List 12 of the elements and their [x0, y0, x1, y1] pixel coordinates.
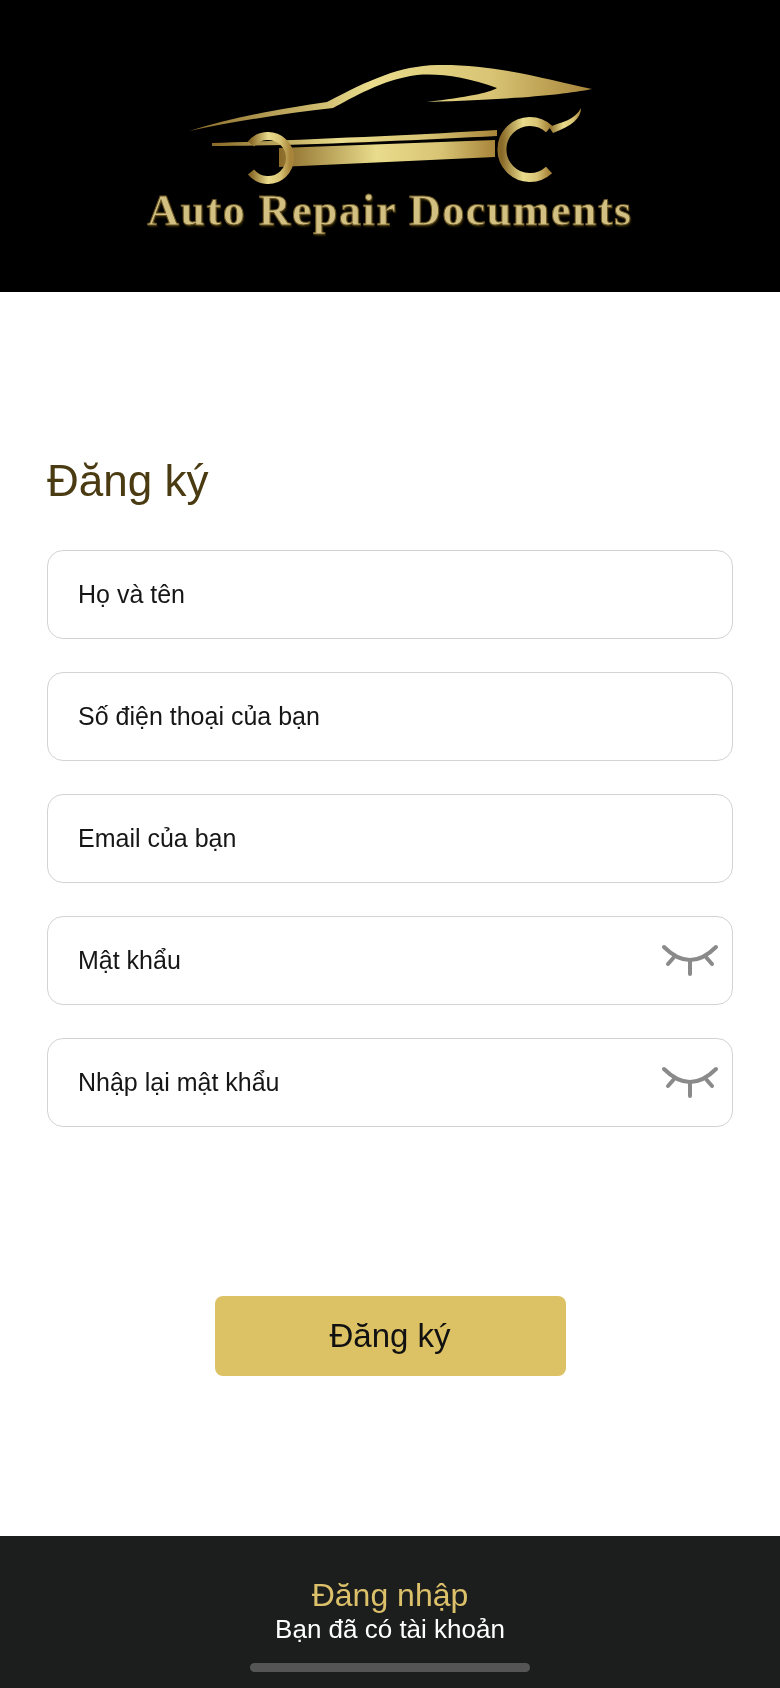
register-button[interactable]: Đăng ký: [214, 1296, 566, 1376]
password-field[interactable]: Mật khẩu: [47, 916, 733, 1005]
login-link[interactable]: Đăng nhập: [311, 1576, 469, 1614]
input-field[interactable]: Họ và tên: [47, 550, 733, 639]
password-field[interactable]: Nhập lại mật khẩu: [47, 1038, 733, 1127]
have-account-text: Bạn đã có tài khoản: [275, 1614, 505, 1645]
closed-eye-icon[interactable]: [661, 943, 719, 977]
input-field[interactable]: Email của bạn: [47, 794, 733, 883]
page-title: Đăng ký: [47, 455, 210, 507]
logo-text: Auto Repair Documents: [147, 186, 633, 236]
input-field[interactable]: Số điện thoại của bạn: [47, 672, 733, 761]
closed-eye-icon[interactable]: [661, 1065, 719, 1099]
